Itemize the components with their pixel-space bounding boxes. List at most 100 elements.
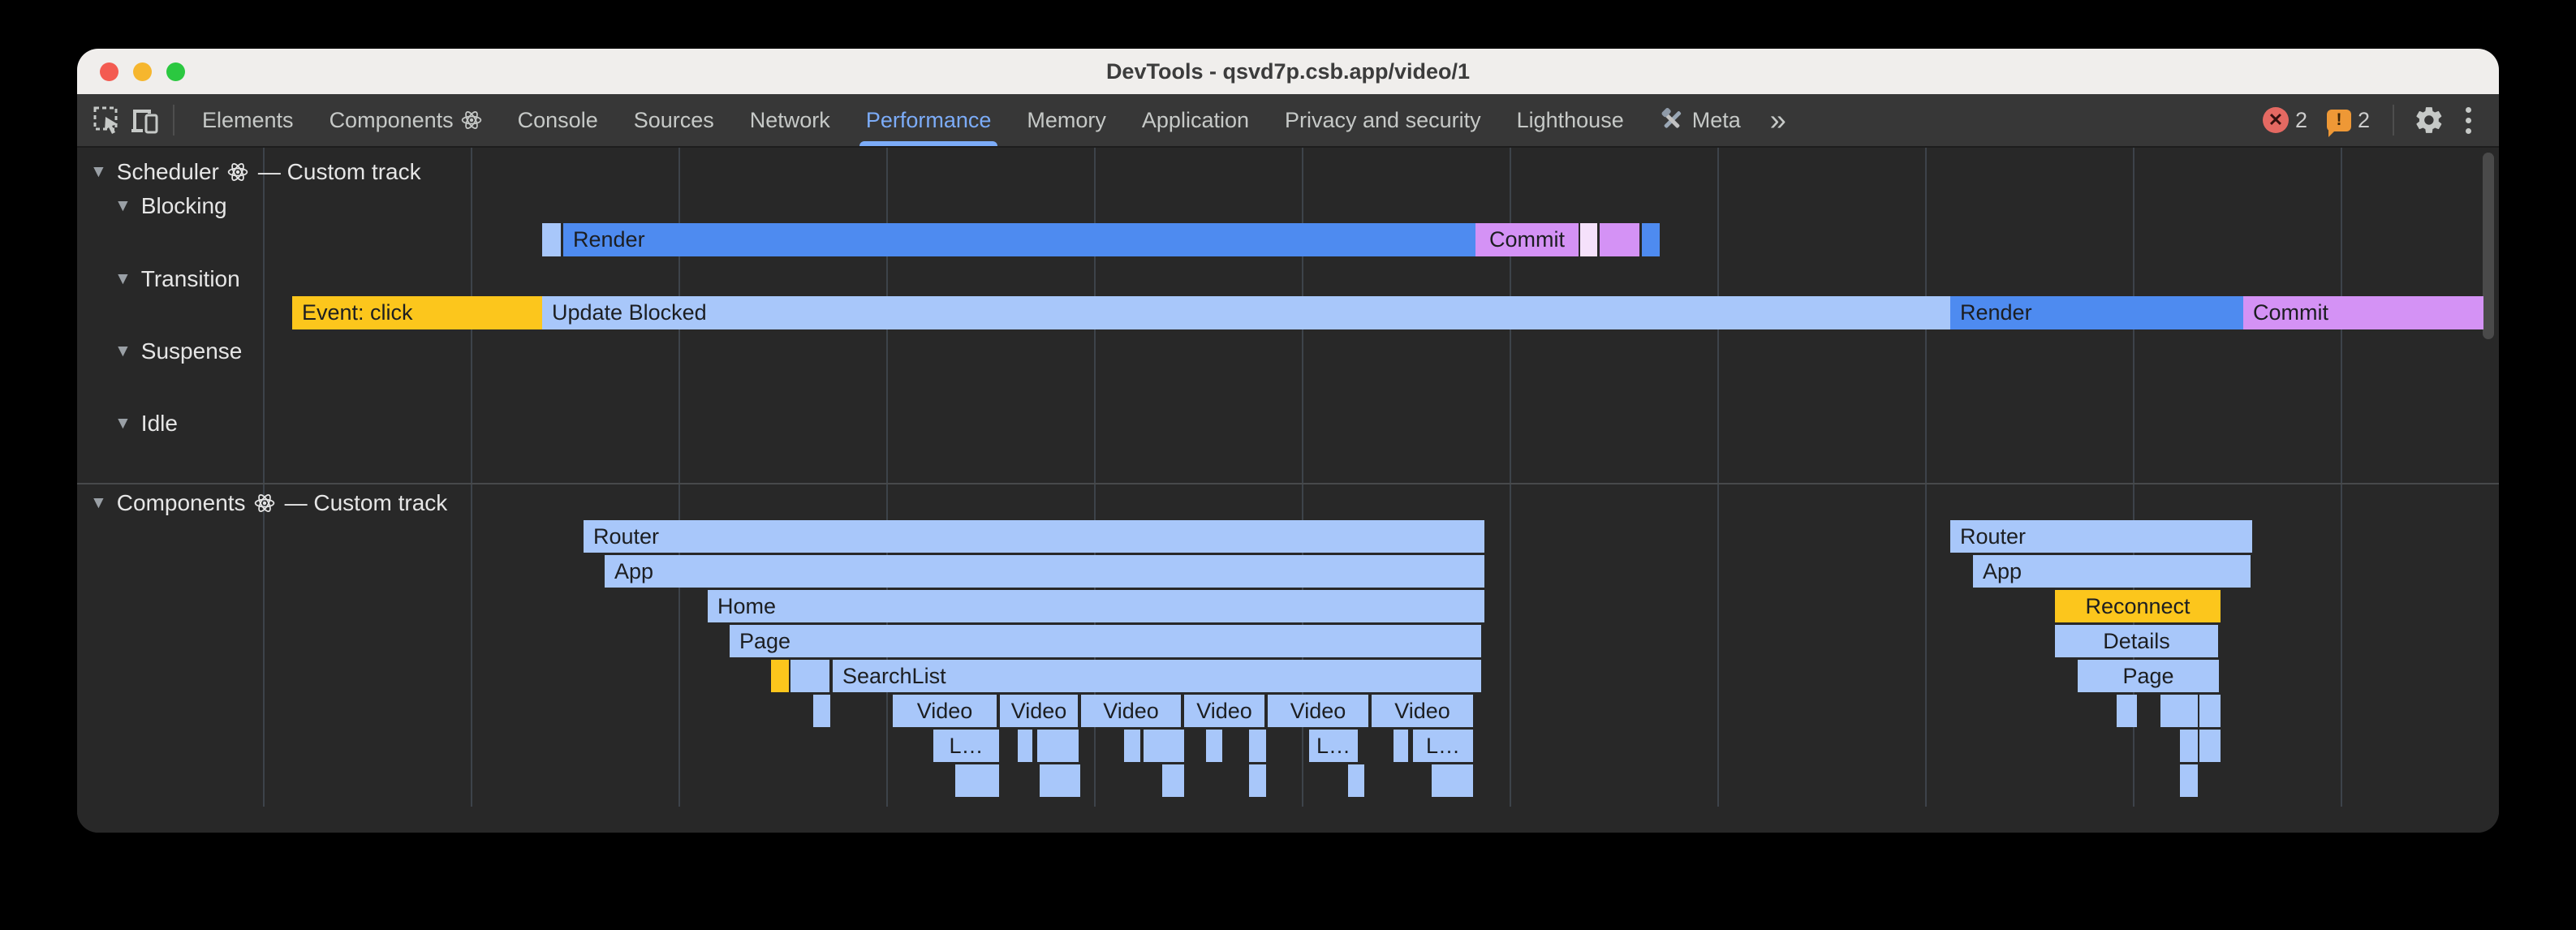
flame-bar-label: Router xyxy=(593,524,659,549)
timeline-gridline xyxy=(263,148,265,807)
flame-bar[interactable] xyxy=(1124,730,1140,762)
tab-console[interactable]: Console xyxy=(500,94,616,146)
track-label-components[interactable]: ▼Components — Custom track xyxy=(90,489,447,518)
collapse-triangle-icon[interactable]: ▼ xyxy=(114,269,131,289)
close-window-button[interactable] xyxy=(100,62,118,81)
more-tabs-icon[interactable]: » xyxy=(1759,105,1798,135)
tab-performance[interactable]: Performance xyxy=(848,94,1010,146)
collapse-triangle-icon[interactable]: ▼ xyxy=(114,342,131,361)
tab-lighthouse[interactable]: Lighthouse xyxy=(1499,94,1642,146)
flame-bar-reconnect[interactable]: Reconnect xyxy=(2055,590,2221,622)
flame-bar-label: Home xyxy=(717,594,776,619)
flame-bar[interactable] xyxy=(790,660,829,692)
warning-badge[interactable]: ! 2 xyxy=(2320,108,2376,133)
more-options-icon[interactable] xyxy=(2454,107,2483,134)
flame-bar[interactable] xyxy=(1600,223,1639,256)
collapse-triangle-icon[interactable]: ▼ xyxy=(114,196,131,216)
tab-privacy-and-security[interactable]: Privacy and security xyxy=(1267,94,1499,146)
flame-bar[interactable] xyxy=(542,223,561,256)
tab-components[interactable]: Components xyxy=(312,94,500,146)
warning-icon: ! xyxy=(2327,110,2351,131)
flame-bar-video[interactable]: Video xyxy=(1081,695,1181,727)
tab-network[interactable]: Network xyxy=(732,94,848,146)
flame-bar[interactable] xyxy=(1040,764,1080,797)
flame-bar-l-[interactable]: L… xyxy=(933,730,999,762)
warning-count: 2 xyxy=(2358,108,2370,133)
track-label-transition[interactable]: ▼Transition xyxy=(114,265,240,294)
timeline-gridline xyxy=(1717,148,1719,807)
flame-bar-render[interactable]: Render xyxy=(1950,296,2251,329)
collapse-triangle-icon[interactable]: ▼ xyxy=(90,493,107,513)
flame-bar[interactable] xyxy=(1162,764,1184,797)
tab-elements[interactable]: Elements xyxy=(184,94,312,146)
inspect-icon[interactable] xyxy=(88,99,126,141)
tab-strip: ElementsComponents ConsoleSourcesNetwork… xyxy=(184,94,1759,146)
tab-meta[interactable]: Meta xyxy=(1642,94,1759,146)
toolbar-divider xyxy=(173,105,174,136)
collapse-triangle-icon[interactable]: ▼ xyxy=(114,414,131,433)
flame-bar[interactable] xyxy=(955,764,999,797)
flame-bar[interactable] xyxy=(1348,764,1364,797)
flame-bar-page[interactable]: Page xyxy=(730,625,1481,657)
flame-bar[interactable] xyxy=(813,695,830,727)
flame-bar[interactable] xyxy=(1206,730,1222,762)
flame-bar-router[interactable]: Router xyxy=(584,520,1484,553)
flame-bar-home[interactable]: Home xyxy=(708,590,1484,622)
tab-sources[interactable]: Sources xyxy=(616,94,732,146)
flame-bar-label: L… xyxy=(1426,734,1460,759)
flame-bar[interactable] xyxy=(1037,730,1079,762)
track-name: Blocking xyxy=(141,193,227,219)
flame-bar-app[interactable]: App xyxy=(605,555,1484,588)
track-label-suspense[interactable]: ▼Suspense xyxy=(114,337,242,366)
flame-bar-video[interactable]: Video xyxy=(1000,695,1078,727)
flame-bar-router[interactable]: Router xyxy=(1950,520,2252,553)
flame-bar-commit[interactable]: Commit xyxy=(1475,223,1579,256)
track-label-blocking[interactable]: ▼ Blocking xyxy=(114,192,227,221)
tab-memory[interactable]: Memory xyxy=(1009,94,1124,146)
track-label-idle[interactable]: ▼Idle xyxy=(114,409,178,438)
flame-bar[interactable] xyxy=(1249,764,1266,797)
flame-bar[interactable] xyxy=(2180,730,2198,762)
flame-bar[interactable] xyxy=(1432,764,1473,797)
zoom-window-button[interactable] xyxy=(166,62,185,81)
flame-bar-searchlist[interactable]: SearchList xyxy=(833,660,1481,692)
flame-bar-l-[interactable]: L… xyxy=(1413,730,1473,762)
flame-bar-page[interactable]: Page xyxy=(2078,660,2219,692)
flame-bar[interactable] xyxy=(771,660,789,692)
flame-bar[interactable] xyxy=(2117,695,2137,727)
flame-bar-video[interactable]: Video xyxy=(893,695,997,727)
flame-bar-video[interactable]: Video xyxy=(1268,695,1368,727)
flame-bar[interactable] xyxy=(1144,730,1184,762)
flame-bar-event-click[interactable]: Event: click xyxy=(292,296,550,329)
flame-bar[interactable] xyxy=(2160,695,2198,727)
minimize-window-button[interactable] xyxy=(133,62,152,81)
tab-application[interactable]: Application xyxy=(1124,94,1267,146)
flame-bar-update-blocked[interactable]: Update Blocked xyxy=(542,296,1958,329)
flame-bar-details[interactable]: Details xyxy=(2055,625,2218,657)
track-label-scheduler[interactable]: ▼Scheduler — Custom track xyxy=(90,157,421,187)
tab-label: Lighthouse xyxy=(1517,108,1624,133)
flame-bar-video[interactable]: Video xyxy=(1184,695,1264,727)
device-toolbar-icon[interactable] xyxy=(126,99,163,141)
flame-bar[interactable] xyxy=(1249,730,1266,762)
flame-bar[interactable] xyxy=(1018,730,1032,762)
error-badge[interactable]: ✕ 2 xyxy=(2256,107,2314,133)
flame-bar-l-[interactable]: L… xyxy=(1309,730,1358,762)
flame-bar-render[interactable]: Render xyxy=(563,223,1484,256)
flame-bar-commit[interactable]: Commit xyxy=(2243,296,2483,329)
flame-bar[interactable] xyxy=(1642,223,1660,256)
collapse-triangle-icon[interactable]: ▼ xyxy=(90,162,107,182)
flame-bar-label: Update Blocked xyxy=(552,300,707,325)
flame-bar[interactable] xyxy=(2180,764,2198,797)
flame-bar-app[interactable]: App xyxy=(1973,555,2251,588)
flame-bar-label: Commit xyxy=(2253,300,2328,325)
flame-bar[interactable] xyxy=(2199,730,2221,762)
flame-bar-label: Render xyxy=(1960,300,2032,325)
flame-bar[interactable] xyxy=(2199,695,2221,727)
vertical-scrollbar[interactable] xyxy=(2483,153,2494,339)
flame-bar[interactable] xyxy=(1394,730,1408,762)
flame-bar[interactable] xyxy=(1580,223,1597,256)
devtools-toolbar: ElementsComponents ConsoleSourcesNetwork… xyxy=(77,94,2499,148)
flame-bar-video[interactable]: Video xyxy=(1372,695,1473,727)
settings-gear-icon[interactable] xyxy=(2410,99,2448,141)
